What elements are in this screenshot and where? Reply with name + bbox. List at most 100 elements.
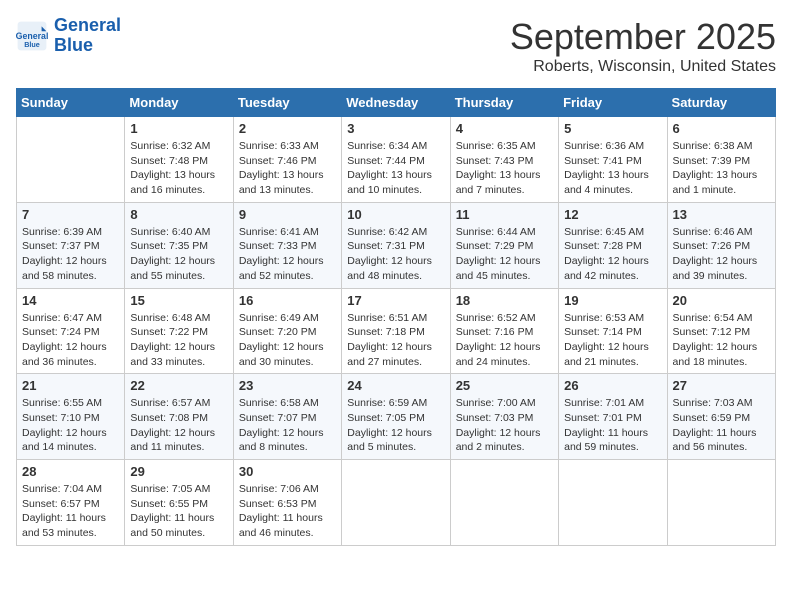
day-info: Sunrise: 6:48 AMSunset: 7:22 PMDaylight:… [130, 311, 227, 370]
day-info: Sunrise: 6:45 AMSunset: 7:28 PMDaylight:… [564, 225, 661, 284]
day-info: Sunrise: 6:35 AMSunset: 7:43 PMDaylight:… [456, 139, 553, 198]
calendar-cell: 6 Sunrise: 6:38 AMSunset: 7:39 PMDaylight… [667, 117, 775, 203]
calendar-cell: 8 Sunrise: 6:40 AMSunset: 7:35 PMDaylight… [125, 202, 233, 288]
day-number: 21 [22, 378, 119, 393]
header-saturday: Saturday [667, 89, 775, 117]
day-number: 19 [564, 293, 661, 308]
calendar-cell [667, 460, 775, 546]
day-info: Sunrise: 6:55 AMSunset: 7:10 PMDaylight:… [22, 396, 119, 455]
day-info: Sunrise: 6:38 AMSunset: 7:39 PMDaylight:… [673, 139, 770, 198]
calendar-cell: 1Sunrise: 6:32 AMSunset: 7:48 PMDaylight… [125, 117, 233, 203]
day-info: Sunrise: 7:05 AMSunset: 6:55 PMDaylight:… [130, 482, 227, 541]
calendar-cell: 5Sunrise: 6:36 AMSunset: 7:41 PMDaylight… [559, 117, 667, 203]
day-number: 16 [239, 293, 336, 308]
day-number: 22 [130, 378, 227, 393]
day-info: Sunrise: 6:53 AMSunset: 7:14 PMDaylight:… [564, 311, 661, 370]
day-info: Sunrise: 6:36 AMSunset: 7:41 PMDaylight:… [564, 139, 661, 198]
day-number: 20 [673, 293, 770, 308]
calendar-cell: 21 Sunrise: 6:55 AMSunset: 7:10 PMDayligh… [17, 374, 125, 460]
day-number: 23 [239, 378, 336, 393]
day-number: 17 [347, 293, 444, 308]
calendar-cell: 30Sunrise: 7:06 AMSunset: 6:53 PMDayligh… [233, 460, 341, 546]
day-info: Sunrise: 6:40 AMSunset: 7:35 PMDaylight:… [130, 225, 227, 284]
day-number: 18 [456, 293, 553, 308]
svg-text:Blue: Blue [24, 40, 40, 49]
day-info: Sunrise: 6:47 AMSunset: 7:24 PMDaylight:… [22, 311, 119, 370]
week-row-2: 7Sunrise: 6:39 AMSunset: 7:37 PMDaylight… [17, 202, 776, 288]
logo-text: General Blue [54, 16, 121, 56]
header-monday: Monday [125, 89, 233, 117]
logo: General Blue General Blue [16, 16, 121, 56]
day-info: Sunrise: 6:49 AMSunset: 7:20 PMDaylight:… [239, 311, 336, 370]
logo-icon: General Blue [16, 20, 48, 52]
calendar-cell: 26Sunrise: 7:01 AMSunset: 7:01 PMDayligh… [559, 374, 667, 460]
day-number: 8 [130, 207, 227, 222]
day-number: 3 [347, 121, 444, 136]
day-number: 29 [130, 464, 227, 479]
calendar-cell [17, 117, 125, 203]
calendar-cell: 13 Sunrise: 6:46 AMSunset: 7:26 PMDayligh… [667, 202, 775, 288]
day-info: Sunrise: 6:52 AMSunset: 7:16 PMDaylight:… [456, 311, 553, 370]
day-number: 4 [456, 121, 553, 136]
header-friday: Friday [559, 89, 667, 117]
day-info: Sunrise: 6:34 AMSunset: 7:44 PMDaylight:… [347, 139, 444, 198]
day-info: Sunrise: 6:32 AMSunset: 7:48 PMDaylight:… [130, 139, 227, 198]
week-row-4: 21 Sunrise: 6:55 AMSunset: 7:10 PMDayligh… [17, 374, 776, 460]
calendar-cell: 19 Sunrise: 6:53 AMSunset: 7:14 PMDayligh… [559, 288, 667, 374]
day-info: Sunrise: 7:06 AMSunset: 6:53 PMDaylight:… [239, 482, 336, 541]
calendar-cell: 11Sunrise: 6:44 AMSunset: 7:29 PMDayligh… [450, 202, 558, 288]
day-number: 9 [239, 207, 336, 222]
day-number: 6 [673, 121, 770, 136]
calendar-table: SundayMondayTuesdayWednesdayThursdayFrid… [16, 88, 776, 546]
day-info: Sunrise: 6:41 AMSunset: 7:33 PMDaylight:… [239, 225, 336, 284]
location-title: Roberts, Wisconsin, United States [510, 58, 776, 76]
month-title: September 2025 [510, 16, 776, 58]
day-info: Sunrise: 6:54 AMSunset: 7:12 PMDaylight:… [673, 311, 770, 370]
header-wednesday: Wednesday [342, 89, 450, 117]
day-number: 15 [130, 293, 227, 308]
calendar-cell: 23 Sunrise: 6:58 AMSunset: 7:07 PMDayligh… [233, 374, 341, 460]
day-number: 26 [564, 378, 661, 393]
day-number: 12 [564, 207, 661, 222]
day-number: 11 [456, 207, 553, 222]
calendar-header-row: SundayMondayTuesdayWednesdayThursdayFrid… [17, 89, 776, 117]
calendar-cell: 29 Sunrise: 7:05 AMSunset: 6:55 PMDayligh… [125, 460, 233, 546]
day-info: Sunrise: 6:58 AMSunset: 7:07 PMDaylight:… [239, 396, 336, 455]
day-number: 14 [22, 293, 119, 308]
day-info: Sunrise: 6:51 AMSunset: 7:18 PMDaylight:… [347, 311, 444, 370]
day-number: 24 [347, 378, 444, 393]
header-sunday: Sunday [17, 89, 125, 117]
calendar-cell: 3 Sunrise: 6:34 AMSunset: 7:44 PMDaylight… [342, 117, 450, 203]
calendar-cell [559, 460, 667, 546]
day-number: 2 [239, 121, 336, 136]
day-info: Sunrise: 6:33 AMSunset: 7:46 PMDaylight:… [239, 139, 336, 198]
calendar-cell: 15 Sunrise: 6:48 AMSunset: 7:22 PMDayligh… [125, 288, 233, 374]
day-info: Sunrise: 6:46 AMSunset: 7:26 PMDaylight:… [673, 225, 770, 284]
day-number: 28 [22, 464, 119, 479]
day-info: Sunrise: 7:00 AMSunset: 7:03 PMDaylight:… [456, 396, 553, 455]
calendar-cell: 16 Sunrise: 6:49 AMSunset: 7:20 PMDayligh… [233, 288, 341, 374]
calendar-cell: 28 Sunrise: 7:04 AMSunset: 6:57 PMDayligh… [17, 460, 125, 546]
week-row-1: 1Sunrise: 6:32 AMSunset: 7:48 PMDaylight… [17, 117, 776, 203]
calendar-cell: 27 Sunrise: 7:03 AMSunset: 6:59 PMDayligh… [667, 374, 775, 460]
day-number: 25 [456, 378, 553, 393]
day-number: 13 [673, 207, 770, 222]
week-row-3: 14 Sunrise: 6:47 AMSunset: 7:24 PMDayligh… [17, 288, 776, 374]
header-tuesday: Tuesday [233, 89, 341, 117]
day-number: 27 [673, 378, 770, 393]
day-info: Sunrise: 7:03 AMSunset: 6:59 PMDaylight:… [673, 396, 770, 455]
week-row-5: 28 Sunrise: 7:04 AMSunset: 6:57 PMDayligh… [17, 460, 776, 546]
day-info: Sunrise: 6:42 AMSunset: 7:31 PMDaylight:… [347, 225, 444, 284]
calendar-cell: 24 Sunrise: 6:59 AMSunset: 7:05 PMDayligh… [342, 374, 450, 460]
day-number: 7 [22, 207, 119, 222]
title-block: September 2025 Roberts, Wisconsin, Unite… [510, 16, 776, 76]
day-info: Sunrise: 6:57 AMSunset: 7:08 PMDaylight:… [130, 396, 227, 455]
calendar-cell: 14 Sunrise: 6:47 AMSunset: 7:24 PMDayligh… [17, 288, 125, 374]
calendar-cell [450, 460, 558, 546]
day-info: Sunrise: 7:04 AMSunset: 6:57 PMDaylight:… [22, 482, 119, 541]
calendar-cell: 4 Sunrise: 6:35 AMSunset: 7:43 PMDaylight… [450, 117, 558, 203]
day-info: Sunrise: 6:59 AMSunset: 7:05 PMDaylight:… [347, 396, 444, 455]
header-thursday: Thursday [450, 89, 558, 117]
calendar-cell: 7Sunrise: 6:39 AMSunset: 7:37 PMDaylight… [17, 202, 125, 288]
calendar-cell: 12 Sunrise: 6:45 AMSunset: 7:28 PMDayligh… [559, 202, 667, 288]
